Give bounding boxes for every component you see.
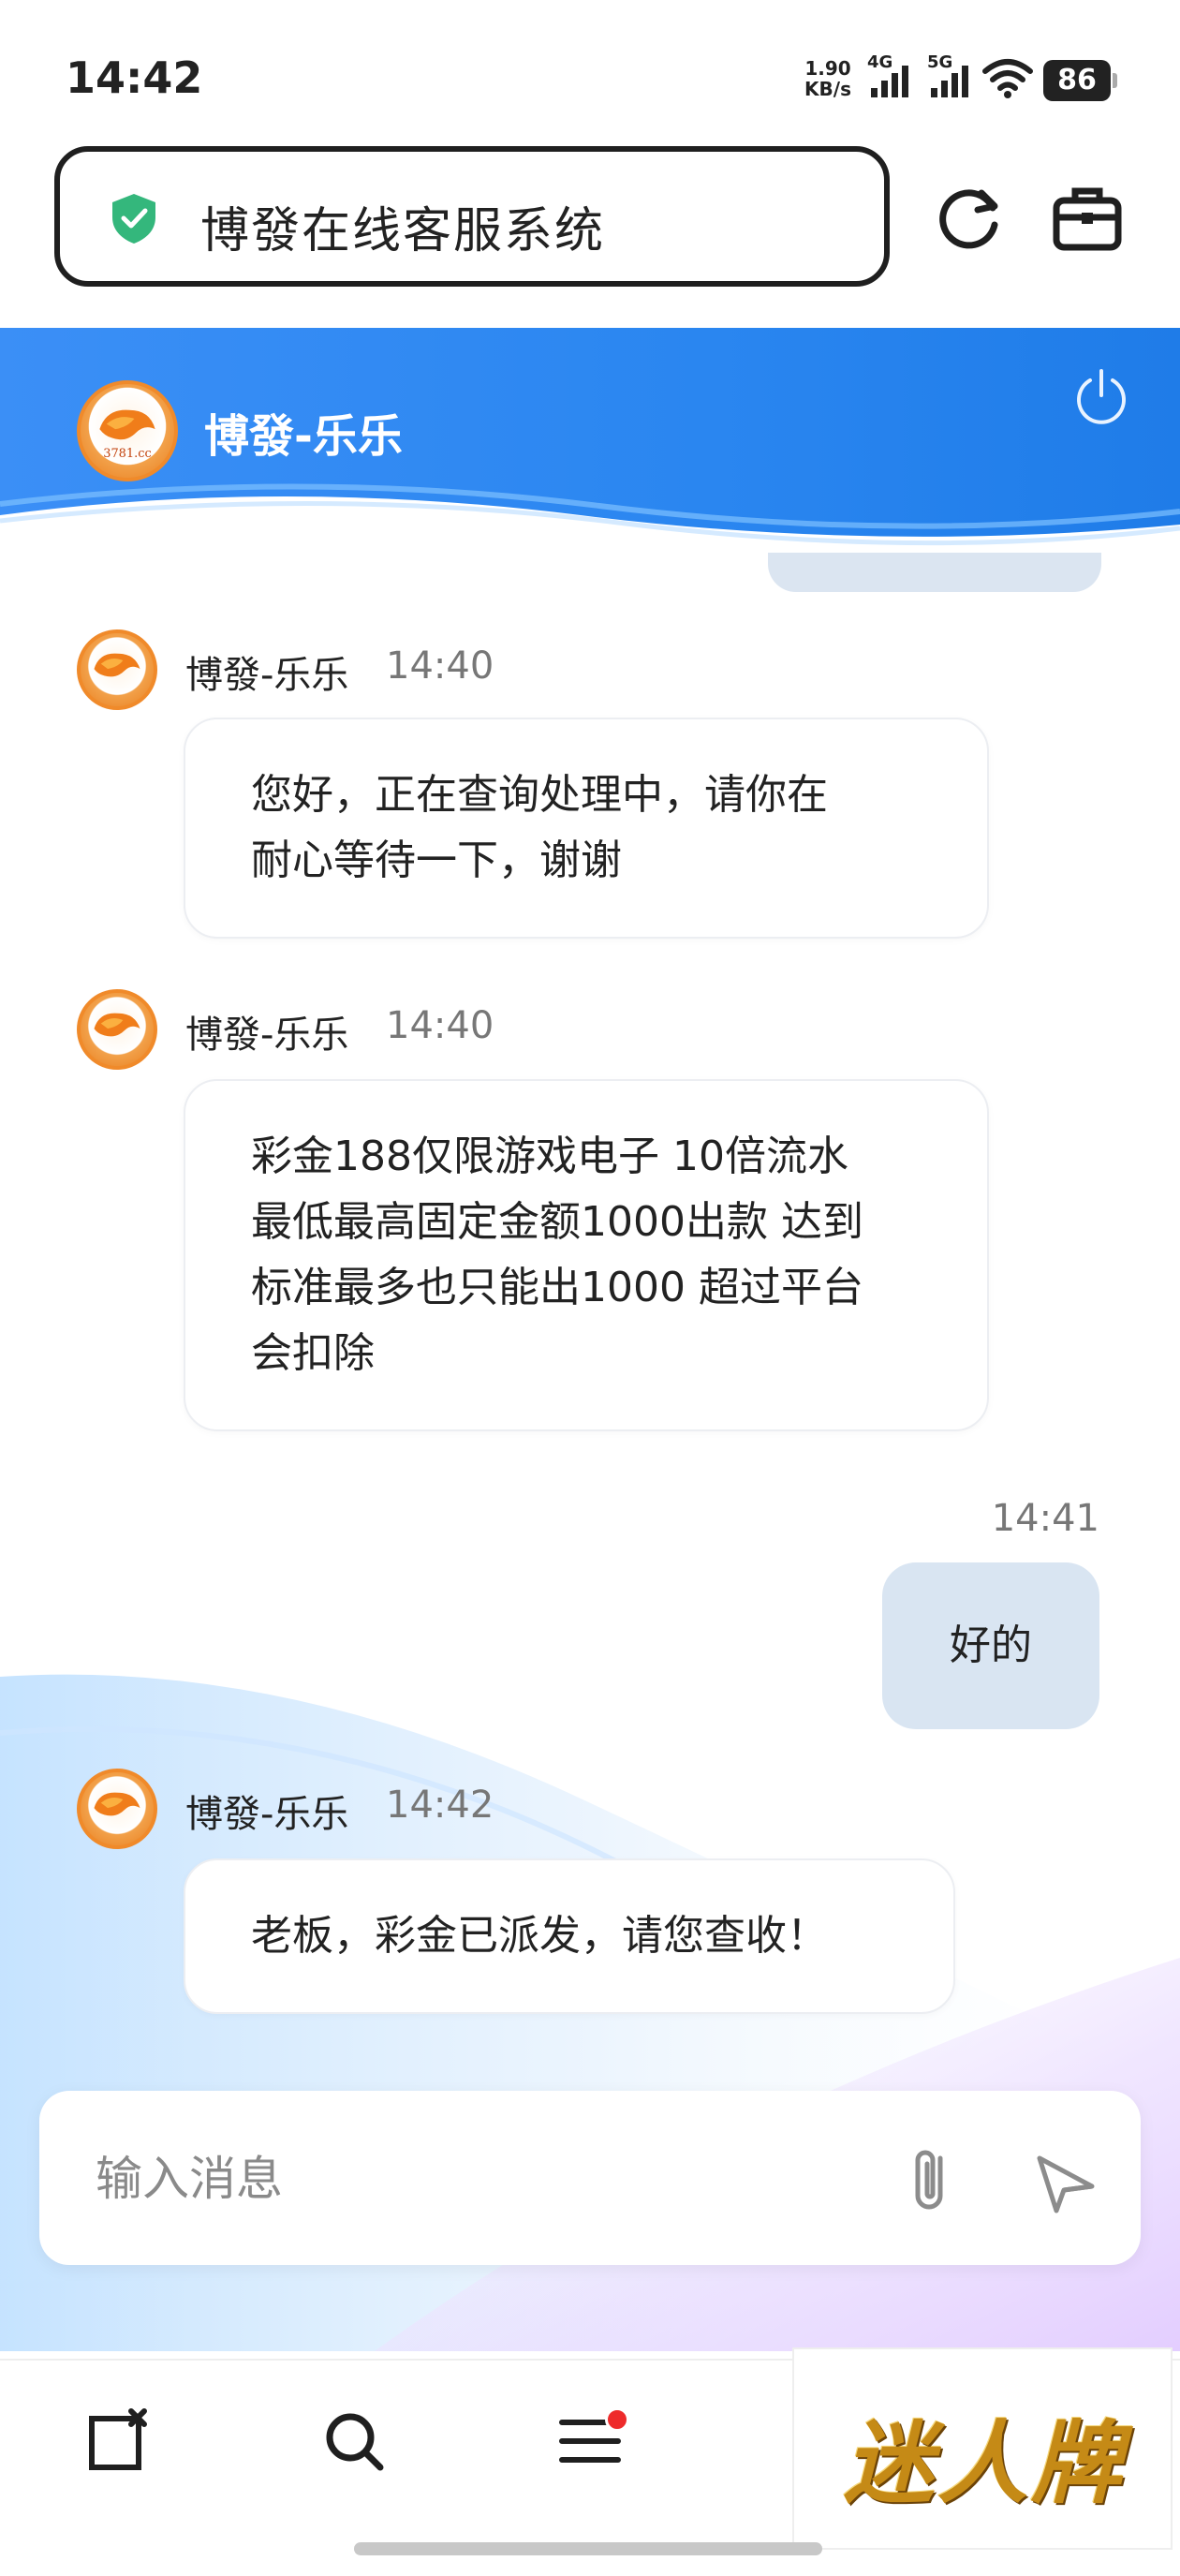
agent-avatar: 3781.cc [77,380,178,481]
power-icon[interactable] [1071,365,1131,425]
message-time: 14:40 [386,1004,494,1047]
tiger-logo-icon: 3781.cc [99,409,155,461]
message-input[interactable] [96,2143,845,2214]
page-title: 博發在线客服系统 [200,203,606,259]
chat-header: 3781.cc 博發-乐乐 [0,328,1180,553]
message-line: 耐心等待一下，谢谢 [251,836,622,884]
watermark: 迷人牌 [792,2347,1173,2550]
status-time: 14:42 [66,52,203,103]
agent-name: 博發-乐乐 [204,410,403,463]
message-bubble[interactable]: 您好，正在查询处理中，请你在 耐心等待一下，谢谢 [184,718,989,939]
message-line: 最低最高固定金额1000出款 达到 [251,1198,863,1246]
address-bar[interactable]: 博發在线客服系统 [54,146,890,287]
reload-icon[interactable] [931,180,1008,257]
network-speed: 1.90 KB/s [800,58,856,99]
message-time: 14:42 [386,1784,494,1827]
notification-badge [605,2407,629,2432]
message-bubble[interactable]: 老板，彩金已派发，请您查收！ [184,1858,955,2014]
network-speed-value: 1.90 [804,57,851,80]
agent-avatar [77,629,157,710]
sender-name: 博發-乐乐 [185,1014,349,1057]
network-speed-unit: KB/s [804,78,851,100]
my-message-bubble[interactable]: 好的 [882,1562,1099,1729]
briefcase-icon[interactable] [1049,180,1126,257]
battery-indicator: 86 [1043,60,1117,101]
message-time: 14:41 [991,1497,1099,1540]
shield-check-icon [112,194,155,244]
close-tab-icon[interactable] [84,2407,152,2475]
agent-avatar [77,1769,157,1849]
paperclip-icon[interactable] [899,2143,963,2218]
message-composer [39,2091,1141,2265]
message-time: 14:40 [386,644,494,688]
wifi-icon [982,59,1033,98]
agent-avatar [77,989,157,1070]
message-line: 老板，彩金已派发，请您查收！ [251,1912,828,1960]
status-bar: 14:42 1.90 KB/s 4G 5G 86 [0,0,1180,150]
home-indicator[interactable] [354,2542,822,2555]
previous-message-bubble [768,553,1101,592]
message-line: 彩金188仅限游戏电子 10倍流水 [251,1133,848,1180]
tiger-logo-icon [94,1792,140,1816]
message-line: 标准最多也只能出1000 超过平台 [251,1264,863,1311]
message-bubble[interactable]: 彩金188仅限游戏电子 10倍流水 最低最高固定金额1000出款 达到 标准最多… [184,1079,989,1431]
watermark-text: 迷人牌 [844,2410,1125,2516]
chat-area[interactable]: 博發-乐乐 14:40 您好，正在查询处理中，请你在 耐心等待一下，谢谢 博發-… [0,553,1180,2351]
sender-name: 博發-乐乐 [185,1793,349,1836]
message-line: 您好，正在查询处理中，请你在 [251,771,828,819]
search-icon[interactable] [320,2407,388,2475]
send-icon[interactable] [1032,2149,1099,2216]
avatar-brand-text: 3781.cc [103,447,152,461]
tiger-logo-icon [94,653,140,677]
sender-name: 博發-乐乐 [185,654,349,697]
message-line: 会扣除 [251,1329,375,1377]
tiger-logo-icon [94,1013,140,1037]
